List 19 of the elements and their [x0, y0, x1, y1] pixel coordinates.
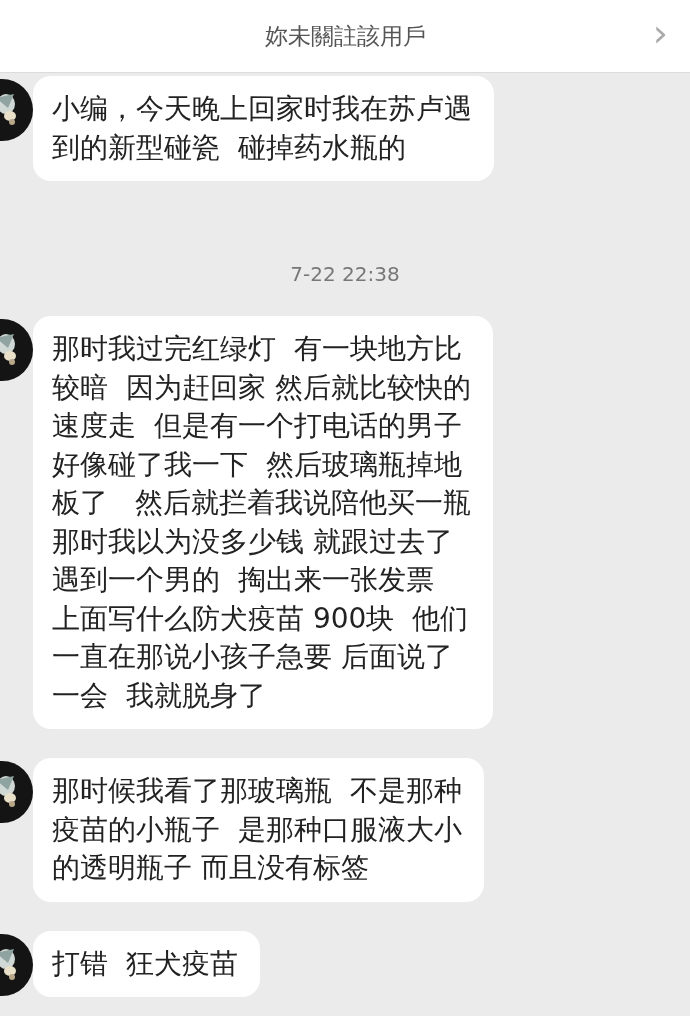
message-line: 到的新型碰瓷 碰掉药水瓶的 [52, 129, 407, 166]
message-line: 打错 狂犬疫苗 [52, 945, 238, 982]
message-line: 的透明瓶子 而且没有标签 [52, 850, 370, 886]
message-line: 板了 然后就拦着我说陪他买一瓶 [52, 485, 471, 521]
message-line: 小编，今天晚上回家时我在苏卢遇 [52, 91, 472, 127]
message-line: 疫苗的小瓶子 是那种口服液大小 [52, 811, 462, 848]
message-line: 好像碰了我一下 然后玻璃瓶掉地 [52, 446, 463, 483]
message-line: 那时候我看了那玻璃瓶 不是那种 [52, 773, 462, 809]
message-line: 速度走 但是有一个打电话的男子 [52, 408, 463, 444]
message-line: 那时我以为没多少钱 就跟过去了 [52, 523, 454, 560]
timestamp: 7-22 22:38 [290, 262, 400, 286]
message-line: 那时我过完红绿灯 有一块地方比 [52, 331, 463, 367]
message-line: 较暗 因为赶回家 然后就比较快的 [52, 369, 471, 406]
message-line: 遇到一个男的 掏出来一张发票 [52, 562, 435, 598]
message-line: 上面写什么防犬疫苗 900块 他们 [52, 600, 470, 637]
header-title: 妳未關註該用戶 [264, 21, 426, 51]
message-line: 一会 我就脱身了 [52, 677, 267, 714]
chevron-icon[interactable]: › [652, 14, 668, 52]
message-line: 一直在那说小孩子急要 后面说了 [52, 639, 454, 675]
